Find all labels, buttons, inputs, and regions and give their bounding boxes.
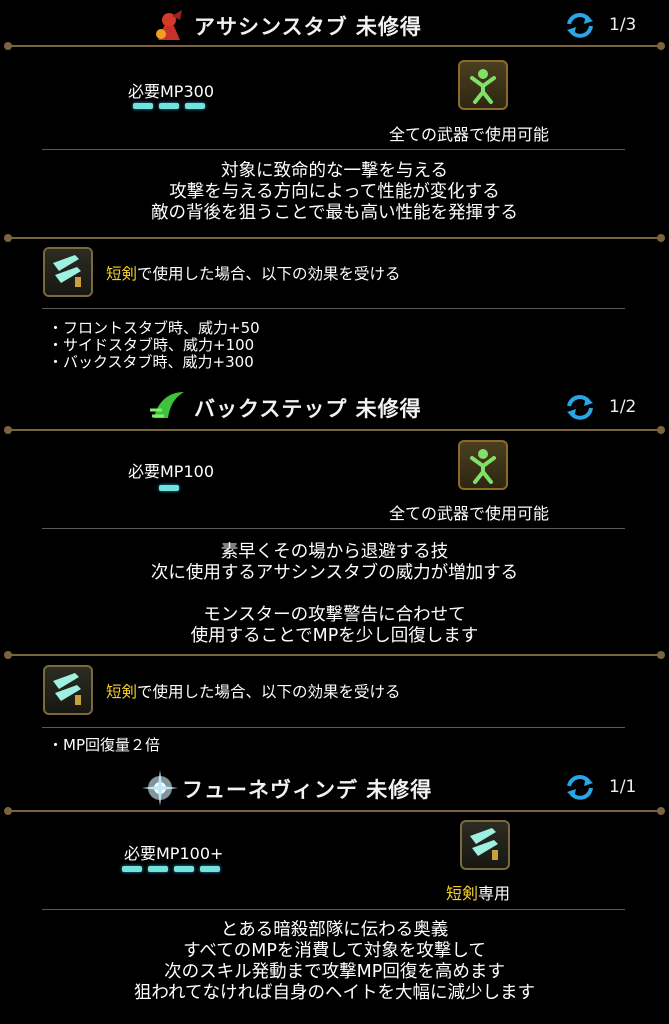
skill-level-counter: 1/1 [609,777,637,797]
divider [42,909,625,910]
mp-requirement: 必要MP100+ [124,844,224,863]
dagger-icon [460,820,510,870]
refresh-icon[interactable] [565,12,595,38]
dagger-effect-line: 短剣で使用した場合、以下の効果を受ける [106,683,401,701]
funewinde-icon [142,770,178,806]
divider [42,528,625,529]
assassin-stab-icon [156,10,182,40]
weapon-availability: 全ての武器で使用可能 [389,504,550,523]
backstep-icon [150,392,184,418]
ornate-divider [4,42,665,50]
weapon-availability: 全ての武器で使用可能 [389,125,550,144]
divider [42,149,625,150]
refresh-icon[interactable] [565,394,595,420]
weapon-availability: 短剣専用 [446,884,511,903]
refresh-icon[interactable] [565,774,595,800]
dagger-icon [43,665,93,715]
mp-requirement: 必要MP300 [128,82,214,101]
mp-requirement: 必要MP100 [128,462,214,481]
ornate-divider [4,651,665,659]
list-item: ・サイドスタブ時、威力+100 [48,336,255,354]
divider [42,727,625,728]
skill-title: アサシンスタブ 未修得 [194,15,422,39]
skill-description: 対象に致命的な一撃を与える 攻撃を与える方向によって性能が変化する 敵の背後を狙… [151,161,518,223]
ornate-divider [4,807,665,815]
dagger-effect-list: ・MP回復量２倍 [48,737,160,754]
skill-description: 素早くその場から退避する技 次に使用するアサシンスタブの威力が増加する モンスタ… [150,542,519,646]
list-item: ・フロントスタブ時、威力+50 [48,319,260,337]
skill-description: とある暗殺部隊に伝わる奥義 すべてのMPを消費して対象を攻撃して 次のスキル発動… [133,920,536,1003]
skill-level-counter: 1/3 [609,15,637,35]
list-item: ・MP回復量２倍 [48,736,160,754]
all-weapons-icon [458,440,508,490]
ornate-divider [4,426,665,434]
dagger-effect-line: 短剣で使用した場合、以下の効果を受ける [106,265,401,283]
skill-title: バックステップ 未修得 [194,397,422,421]
dagger-icon [43,247,93,297]
ornate-divider [4,234,665,242]
list-item: ・バックスタブ時、威力+300 [48,353,254,371]
skill-level-counter: 1/2 [609,397,637,417]
divider [42,308,625,309]
all-weapons-icon [458,60,508,110]
skill-title: フューネヴィンデ 未修得 [182,778,433,802]
dagger-effect-list: ・フロントスタブ時、威力+50 ・サイドスタブ時、威力+100 ・バックスタブ時… [48,320,260,371]
